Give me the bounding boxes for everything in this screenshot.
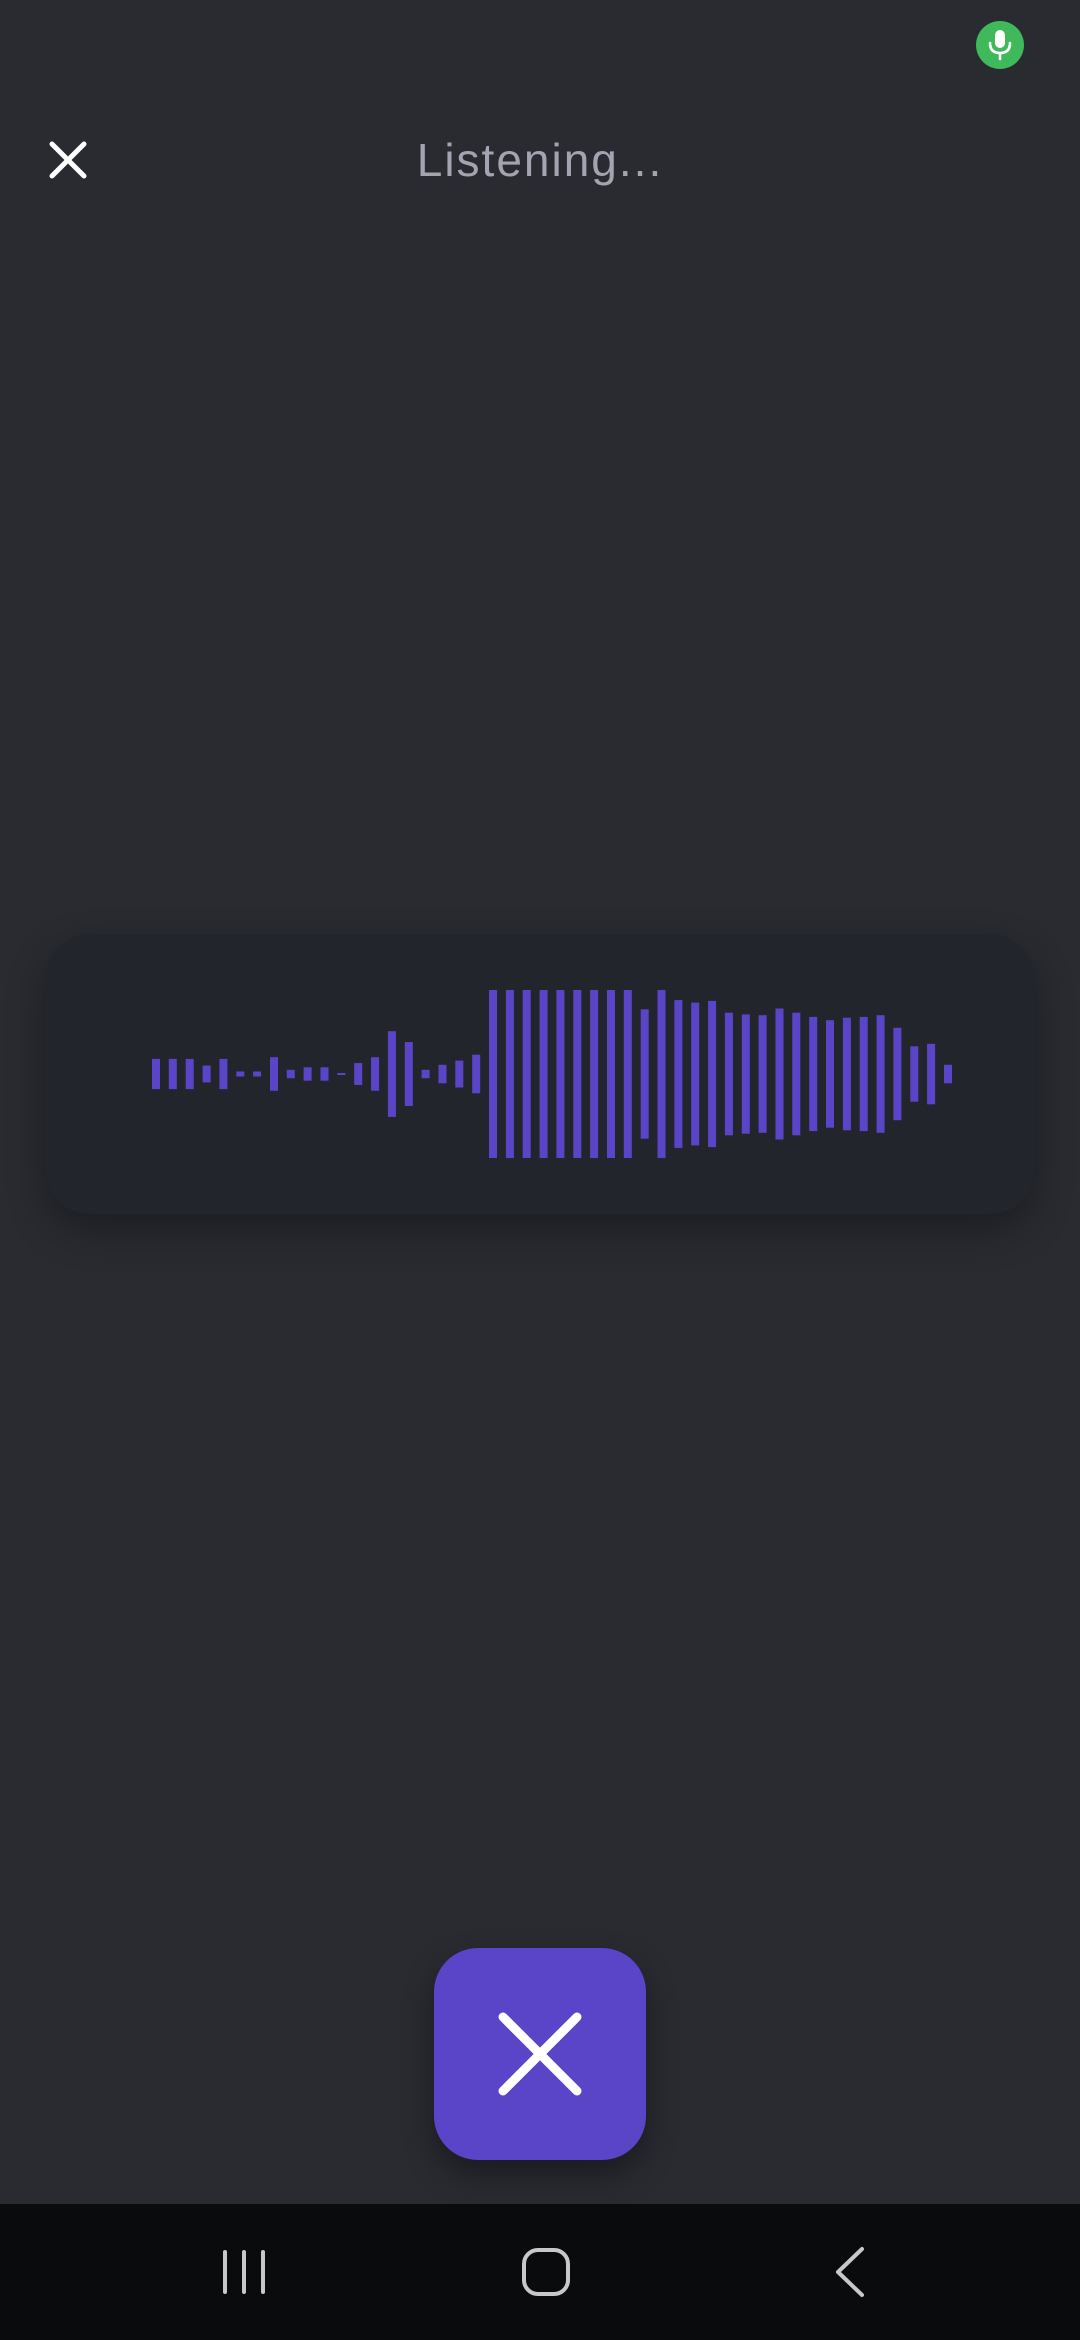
header: Listening... [0, 100, 1080, 220]
close-icon [49, 141, 87, 179]
waveform-bar [152, 1058, 160, 1090]
waveform-bar [371, 1057, 380, 1091]
waveform-bar [219, 1058, 228, 1090]
waveform-bar [556, 990, 565, 1158]
navigation-bar [0, 2204, 1080, 2340]
voice-listening-screen: Listening... [0, 0, 1080, 2340]
waveform-bar [657, 990, 666, 1158]
waveform-bar [826, 1020, 834, 1128]
microphone-indicator [976, 21, 1024, 69]
waveform-bar [809, 1016, 818, 1132]
waveform-bar [354, 1063, 363, 1085]
waveform-bar [590, 990, 599, 1158]
waveform-bar [607, 990, 615, 1158]
waveform-bar [489, 990, 497, 1158]
waveform-bar [202, 1065, 211, 1083]
waveform-bar [691, 1002, 700, 1146]
waveform-bar [539, 990, 548, 1158]
waveform-bar [775, 1008, 784, 1140]
waveform-bar [337, 1073, 346, 1075]
recents-button[interactable] [174, 2232, 314, 2312]
waveform-bar [640, 1009, 649, 1139]
waveform-bar [674, 1000, 683, 1148]
recents-icon [223, 2250, 265, 2294]
waveform-bar [421, 1069, 430, 1079]
waveform-bar [623, 990, 632, 1158]
audio-waveform [152, 990, 952, 1158]
waveform-bar [522, 990, 531, 1158]
close-icon [498, 2012, 582, 2096]
waveform-bar [876, 1015, 885, 1133]
waveform-bar [168, 1058, 177, 1090]
waveform-bar [438, 1064, 447, 1084]
page-title: Listening... [416, 134, 664, 186]
waveform-bar [708, 1000, 717, 1148]
stop-listening-button[interactable] [434, 1948, 646, 2160]
home-icon [522, 2248, 570, 2296]
waveform-bar [270, 1057, 278, 1091]
back-icon [836, 2247, 864, 2297]
waveform-bar [185, 1058, 194, 1090]
back-button[interactable] [780, 2232, 920, 2312]
status-bar [0, 0, 1080, 90]
home-button[interactable] [476, 2232, 616, 2312]
waveform-bar [859, 1016, 868, 1132]
waveform-bar [792, 1012, 801, 1136]
close-button[interactable] [28, 120, 108, 200]
waveform-bar [893, 1027, 902, 1121]
waveform-bar [286, 1069, 295, 1079]
microphone-icon [988, 30, 1012, 61]
waveform-bar [387, 1031, 396, 1117]
waveform-bar [505, 990, 514, 1158]
waveform-bar [320, 1067, 329, 1081]
waveform-bar [741, 1014, 750, 1134]
waveform-bar [573, 990, 582, 1158]
waveform-bar [910, 1046, 919, 1102]
waveform-bar [472, 1054, 481, 1094]
waveform-bar [724, 1012, 733, 1136]
waveform-bar [758, 1015, 767, 1133]
waveform-bar [253, 1071, 262, 1077]
waveform-bar [455, 1060, 464, 1088]
waveform-bar [842, 1017, 851, 1131]
waveform-card [46, 934, 1034, 1214]
waveform-bar [927, 1043, 936, 1105]
waveform-bar [236, 1071, 245, 1077]
waveform-bar [944, 1064, 952, 1084]
waveform-bar [303, 1067, 312, 1081]
waveform-bar [404, 1042, 413, 1106]
